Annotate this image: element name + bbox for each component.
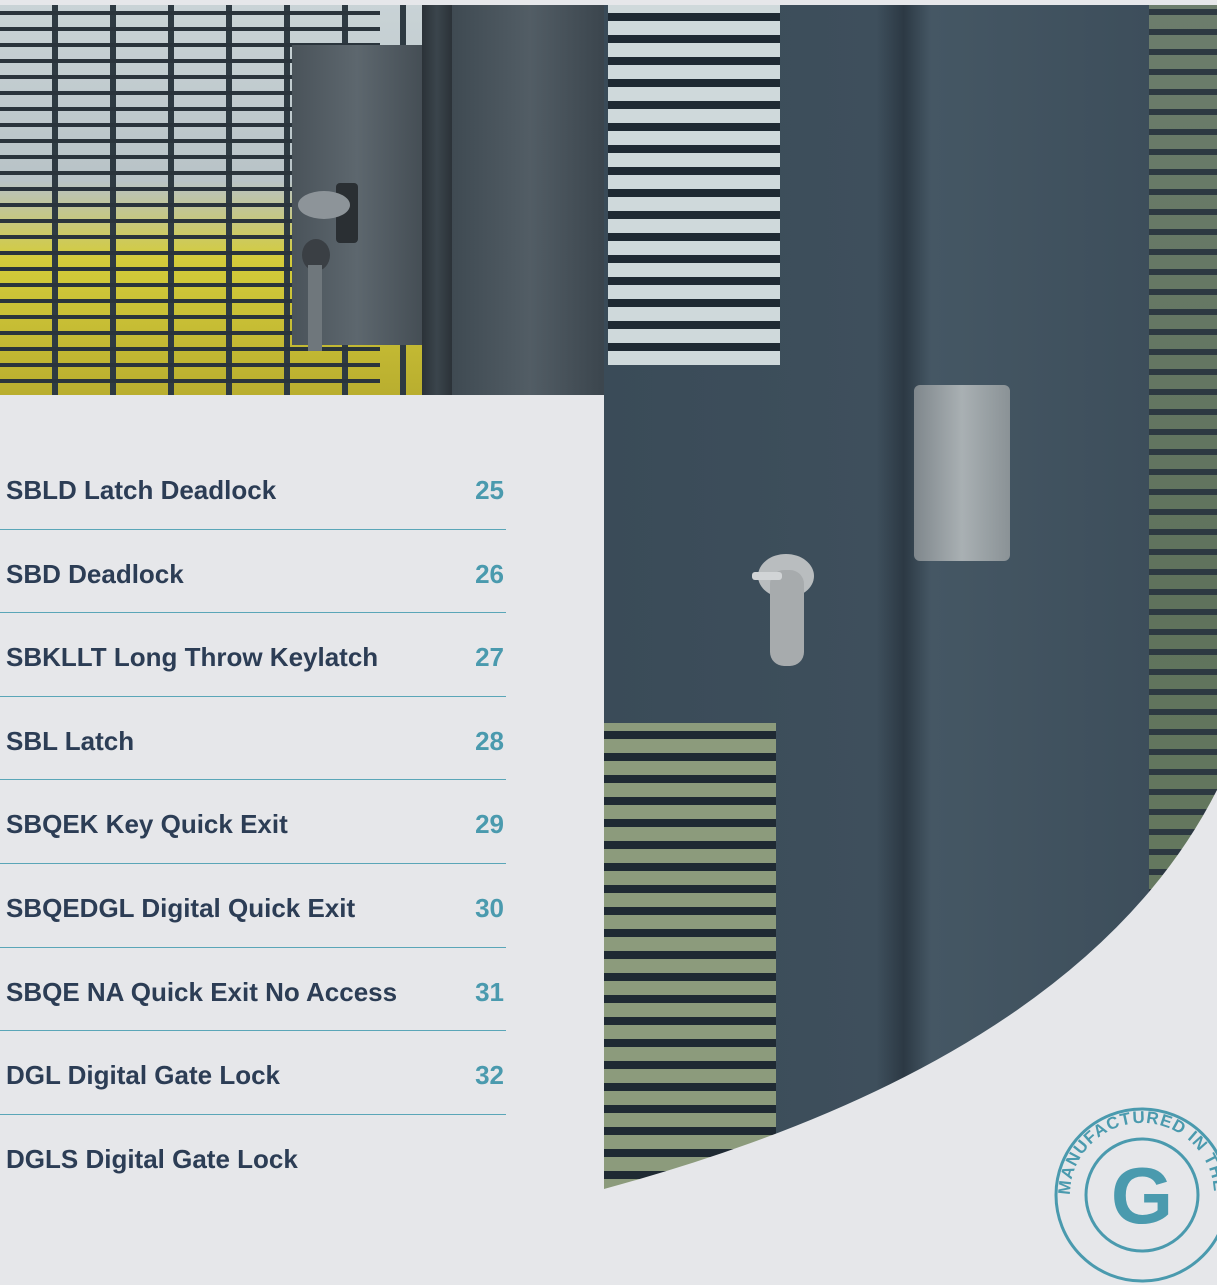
toc-item[interactable]: SBL Latch 28 [0, 697, 506, 781]
gate-mesh-panel-bottom [604, 723, 776, 1189]
photo-gate-lock-with-key [0, 5, 608, 395]
toc-item-title: SBKLLT Long Throw Keylatch [6, 642, 379, 673]
toc-item-title: DGL Digital Gate Lock [6, 1060, 281, 1091]
gate-post [422, 5, 452, 395]
table-of-contents: SBLD Latch Deadlock 25 SBD Deadlock 26 S… [0, 446, 506, 1198]
lock-keeper-plate [914, 385, 1010, 561]
toc-item-page: 25 [475, 475, 504, 505]
toc-item-title: DGLS Digital Gate Lock [6, 1143, 298, 1174]
toc-item-title: SBLD Latch Deadlock [6, 475, 277, 505]
photo-gate-keeper-and-cylinder [604, 5, 1217, 1189]
toc-item[interactable]: SBKLLT Long Throw Keylatch 27 [0, 613, 506, 697]
toc-item-page: 29 [475, 809, 504, 840]
toc-item-page: 31 [475, 976, 504, 1007]
toc-item-page: 26 [475, 558, 504, 589]
toc-item[interactable]: DGLS Digital Gate Lock [0, 1115, 506, 1199]
toc-item-title: SBL Latch [6, 725, 135, 756]
toc-item-title: SBQE NA Quick Exit No Access [6, 976, 398, 1007]
gate-mesh-panel-top [608, 5, 780, 365]
toc-item[interactable]: SBQEK Key Quick Exit 29 [0, 780, 506, 864]
toc-item[interactable]: SBQEDGL Digital Quick Exit 30 [0, 864, 506, 948]
toc-item-page: 27 [475, 642, 504, 673]
toc-item-title: SBQEK Key Quick Exit [6, 809, 288, 840]
toc-item[interactable]: DGL Digital Gate Lock 32 [0, 1031, 506, 1115]
toc-item-title: SBD Deadlock [6, 558, 184, 589]
toc-item[interactable]: SBD Deadlock 26 [0, 530, 506, 614]
toc-item-title: SBQEDGL Digital Quick Exit [6, 892, 356, 923]
key-icon [298, 183, 358, 351]
gate-frame [452, 5, 608, 395]
manufactured-in-uk-badge-icon: MANUFACTURED IN THE UK G [1052, 1105, 1217, 1283]
toc-item-page: 32 [475, 1060, 504, 1091]
toc-item[interactable]: SBLD Latch Deadlock 25 [0, 446, 506, 530]
toc-item-page: 30 [475, 892, 504, 923]
badge-letter: G [1111, 1151, 1173, 1240]
euro-cylinder-icon [752, 554, 814, 666]
toc-item-page: 28 [475, 725, 504, 756]
toc-item[interactable]: SBQE NA Quick Exit No Access 31 [0, 948, 506, 1032]
